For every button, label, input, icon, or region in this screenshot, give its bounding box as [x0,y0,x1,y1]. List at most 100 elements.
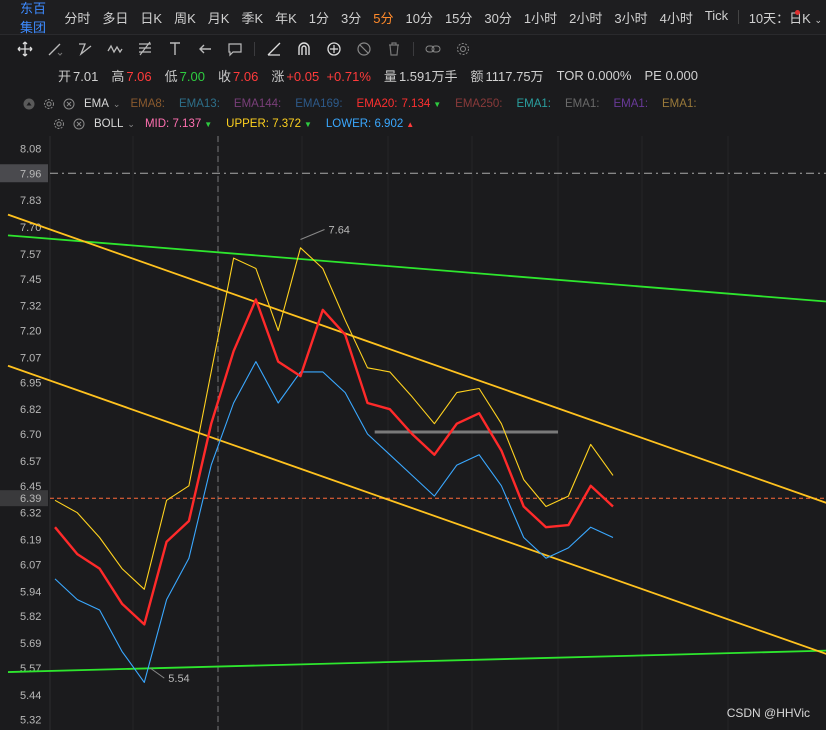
y-tick-label: 7.20 [20,326,41,338]
toolbar-separator [254,42,255,56]
arrow-tool-icon[interactable] [190,37,220,61]
boll-mid-value: 7.137 [172,118,202,130]
ema-legend-item: EMA20: 7.134 ▼ [357,98,442,110]
timeframe-separator [738,10,739,24]
trash-icon[interactable] [379,37,409,61]
volume-label: 量 [383,68,397,84]
ema-indicator-name[interactable]: EMA [84,98,109,110]
drawing-toolbar [0,35,826,63]
turnover-rate: TOR 0.000% [556,67,632,83]
polyline-tool-icon[interactable] [70,37,100,61]
timeframe-tab[interactable]: Tick [699,8,734,27]
timeframe-tab[interactable]: 月K [202,8,236,27]
y-tick-label: 8.08 [20,143,41,155]
timeframe-tab[interactable]: 10分 [399,8,438,27]
y-tick-label: 6.07 [20,559,41,571]
high-label: 高 [111,68,125,84]
link-icon[interactable] [418,37,448,61]
timeframe-tab[interactable]: 2小时 [563,8,608,27]
boll-lower-value: 6.902 [374,118,404,130]
ema-legend-label: EMA20: [356,98,398,110]
y-tick-label: 6.57 [20,456,41,468]
y-tick-label: 7.45 [20,274,41,286]
change-pct-value: +0.71% [326,68,371,84]
gear-icon[interactable] [42,97,56,111]
line-tool-icon[interactable] [40,37,70,61]
y-tick-label: 6.19 [20,535,41,547]
lock-sync-icon[interactable] [319,37,349,61]
text-tool-icon[interactable] [160,37,190,61]
pe-ratio: PE 0.000 [644,67,698,83]
collapse-triangle-icon[interactable] [22,97,36,111]
y-tick-label: 7.32 [20,301,41,313]
y-tick-label: 6.70 [20,429,41,441]
timeframe-tab[interactable]: 30分 [478,8,517,27]
chevron-down-icon[interactable]: ⌄ [113,99,121,110]
close-value: 7.06 [233,68,259,84]
y-tick-label: 7.70 [20,222,41,234]
hide-icon[interactable] [349,37,379,61]
comment-tool-icon[interactable] [220,37,250,61]
ema-legend-item: EMA8: [130,98,165,110]
timeframe-tab[interactable]: 周K [168,8,202,27]
close-icon[interactable] [72,117,86,131]
amount-value: 1117.75万 [485,68,544,84]
chevron-down-icon: ⌄ [814,14,822,25]
close-icon[interactable] [62,97,76,111]
high-value: 7.06 [126,68,152,84]
low-value: 7.00 [179,68,205,84]
timeframe-tab[interactable]: 季K [235,8,269,27]
stock-symbol[interactable]: 东百集团 [0,0,58,36]
magnet-icon[interactable] [289,37,319,61]
timeframe-tab[interactable]: 1小时 [518,8,563,27]
y-tick-label: 5.32 [20,715,41,727]
timeframe-tab[interactable]: 15分 [439,8,478,27]
timeframe-tab[interactable]: 1分 [303,8,335,27]
ema-legend-item: EMA250: [455,98,502,110]
range-dropdown[interactable]: 10天：日K ⌄ [743,8,826,27]
ema-legend-label: EMA169: [295,98,343,110]
stock-chart-app: 东百集团 分时 多日 日K 周K 月K 季K 年K 1分 3分 5分 10分 15分 30分 1小时 2小时… [0,0,826,730]
boll-indicator-name[interactable]: BOLL [94,118,123,130]
ema-legend-label: EMA144: [233,98,282,110]
watermark: CSDN @HHVic [726,706,810,720]
crosshair-move-icon[interactable] [10,37,40,61]
change-label: 涨 [271,68,285,84]
open-value: 7.01 [73,68,99,84]
y-tick-label: 5.69 [20,638,41,650]
low-annotation-label: 5.54 [168,673,189,685]
y-tick-label: 7.83 [20,195,41,207]
y-tick-label: 5.44 [20,690,41,702]
timeframe-tab[interactable]: 3分 [335,8,367,27]
amount-label: 额 [470,68,484,84]
volume-value: 1.591万手 [398,68,458,84]
fibonacci-tool-icon[interactable] [130,37,160,61]
price-chart[interactable]: 8.08 7.96 7.83 7.70 7.57 7.45 7.32 7.20 7.07 6.95… [0,136,826,730]
ema-legend-label: EMA13: [178,98,220,110]
ema-legend-item: EMA144: [234,98,281,110]
gear-icon[interactable] [52,117,66,131]
down-arrow-icon: ▼ [433,100,442,109]
y-tick-label: 6.95 [20,377,41,389]
low-label: 低 [164,68,178,84]
wave-tool-icon[interactable] [100,37,130,61]
timeframe-tab[interactable]: 多日 [96,8,134,27]
ema-legend-value: 7.134 [401,98,431,110]
timeframe-tab[interactable]: 日K [134,8,168,27]
gear-icon[interactable] [448,37,478,61]
y-tick-label: 6.82 [20,404,41,416]
timeframe-tab[interactable]: 4小时 [654,8,699,27]
timeframe-tab[interactable]: 5分 [367,8,399,27]
ema-legend-label: EMA1: [564,98,600,110]
toolbar-separator-2 [413,42,414,56]
open-label: 开 [58,68,72,84]
boll-lower-label: LOWER: [325,118,372,130]
timeframe-tab[interactable]: 3小时 [608,8,653,27]
up-arrow-icon: ▲ [406,120,415,129]
timeframe-tab[interactable]: 年K [269,8,303,27]
timeframe-tab[interactable]: 分时 [58,8,96,27]
boll-mid-label: MID: [144,118,170,130]
chevron-down-icon[interactable]: ⌄ [127,119,135,130]
ruler-icon[interactable] [259,37,289,61]
high-annotation-label: 7.64 [329,224,350,236]
